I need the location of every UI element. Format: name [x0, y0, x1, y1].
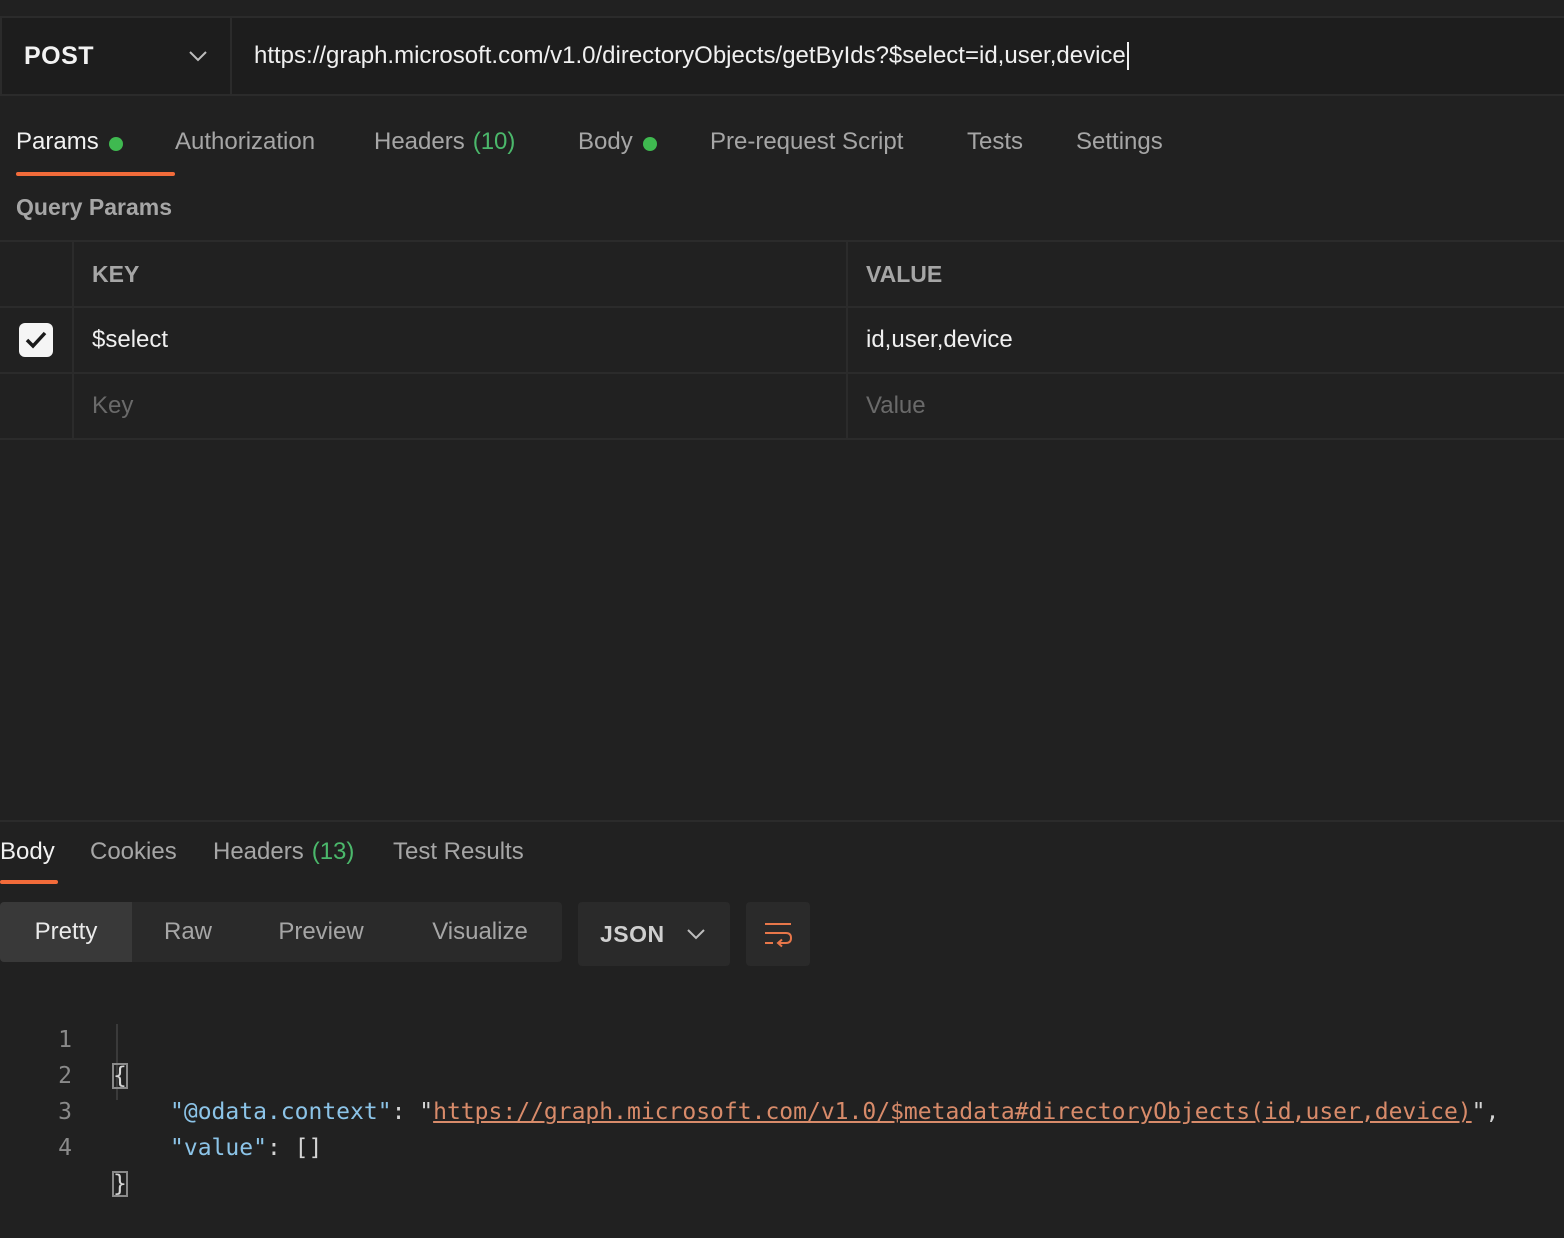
wrap-lines-button[interactable] — [746, 902, 810, 966]
request-tabs: Params Authorization Headers (10) Body P… — [16, 118, 1186, 178]
code-line: 4 } — [0, 1094, 1564, 1197]
tab-params-label: Params — [16, 128, 99, 155]
code-line: 1 { — [0, 986, 1564, 1089]
value-column-header: VALUE — [866, 260, 943, 287]
url-text: https://graph.microsoft.com/v1.0/directo… — [254, 42, 1126, 69]
tab-tests[interactable]: Tests — [967, 118, 1076, 178]
key-placeholder-input[interactable]: Key — [74, 374, 848, 438]
new-row-check-cell — [0, 374, 74, 438]
tab-settings-label: Settings — [1076, 128, 1163, 155]
chevron-down-icon — [189, 51, 207, 62]
format-select[interactable]: JSON — [578, 902, 730, 966]
response-body-editor[interactable]: 1 { 2 "@odata.context": "https://graph.m… — [0, 986, 1564, 1197]
json-empty-array: [] — [294, 1135, 323, 1161]
method-label: POST — [24, 41, 95, 70]
line-number: 4 — [58, 1135, 72, 1161]
view-raw-button[interactable]: Raw — [132, 902, 244, 962]
wrap-lines-icon — [765, 923, 793, 948]
chevron-down-icon — [687, 929, 705, 940]
tab-body[interactable]: Body — [578, 118, 710, 178]
param-key-cell[interactable]: $select — [74, 308, 848, 372]
tab-cookies-label: Cookies — [90, 838, 177, 865]
json-key-value: "value" — [170, 1135, 267, 1161]
url-input[interactable]: https://graph.microsoft.com/v1.0/directo… — [232, 18, 1564, 94]
tab-headers[interactable]: Headers (10) — [374, 118, 578, 178]
view-pretty-button[interactable]: Pretty — [0, 902, 132, 962]
table-row: $select id,user,device — [0, 308, 1564, 374]
tab-settings[interactable]: Settings — [1076, 118, 1186, 178]
pane-divider[interactable] — [0, 820, 1564, 822]
close-brace: } — [112, 1171, 128, 1197]
tab-response-headers[interactable]: Headers (13) — [213, 826, 393, 886]
response-headers-count: (13) — [311, 838, 355, 865]
tab-body-label: Body — [578, 128, 633, 155]
tab-prerequest-script[interactable]: Pre-request Script — [710, 118, 967, 178]
row-check-cell — [0, 308, 74, 372]
query-params-title: Query Params — [16, 194, 172, 220]
tab-test-results[interactable]: Test Results — [393, 826, 543, 886]
header-check-cell — [0, 242, 74, 306]
method-select[interactable]: POST — [2, 18, 232, 94]
view-preview-button[interactable]: Preview — [244, 902, 398, 962]
value-placeholder-input[interactable]: Value — [848, 374, 1564, 438]
tab-response-body[interactable]: Body — [0, 826, 58, 886]
tab-response-headers-label: Headers — [213, 838, 304, 865]
param-checkbox[interactable] — [19, 323, 53, 357]
format-label: JSON — [600, 920, 665, 947]
code-line: 3 "value": [] — [0, 1058, 1564, 1161]
request-bar: POST https://graph.microsoft.com/v1.0/di… — [0, 16, 1564, 96]
tab-response-body-label: Body — [0, 838, 55, 865]
tab-headers-label: Headers — [374, 128, 465, 155]
query-params-table: KEY VALUE $select id,user,device Key Val… — [0, 240, 1564, 440]
table-header-row: KEY VALUE — [0, 242, 1564, 308]
text-cursor — [1126, 42, 1129, 70]
tab-prerequest-label: Pre-request Script — [710, 128, 904, 155]
code-line: 2 "@odata.context": "https://graph.micro… — [0, 1022, 1564, 1125]
key-column-header: KEY — [74, 242, 848, 306]
params-active-dot — [108, 137, 123, 151]
body-active-dot — [642, 137, 657, 151]
tab-test-results-label: Test Results — [393, 838, 524, 865]
response-tabs: Body Cookies Headers (13) Test Results — [0, 826, 543, 886]
checkmark-icon — [25, 331, 47, 349]
tab-params[interactable]: Params — [16, 118, 175, 178]
tab-tests-label: Tests — [967, 128, 1024, 155]
tab-cookies[interactable]: Cookies — [90, 826, 213, 886]
tab-authorization[interactable]: Authorization — [175, 118, 374, 178]
headers-count: (10) — [472, 128, 516, 155]
param-value-cell[interactable]: id,user,device — [848, 308, 1564, 372]
view-visualize-button[interactable]: Visualize — [398, 902, 562, 962]
view-mode-group: Pretty Raw Preview Visualize — [0, 902, 562, 962]
new-param-row: Key Value — [0, 374, 1564, 440]
tab-authorization-label: Authorization — [175, 128, 316, 155]
